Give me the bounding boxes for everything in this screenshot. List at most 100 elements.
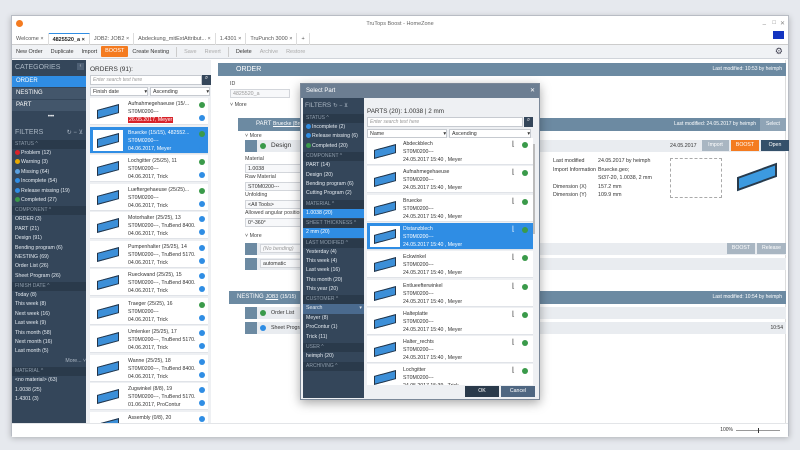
part-list-item[interactable]: Halteplatte ST0M0200--- 24.05.2017 15:40 ,… [367,307,533,335]
filter-actions-icon[interactable]: ↻ − ⊻ [333,103,348,109]
filter-item[interactable]: Last month (5) [12,347,86,356]
filter-item[interactable]: PART (14) [303,161,364,170]
order-list-item[interactable]: Aufnahmegehaeuse (15/... ST0M0200--- 26.05… [90,98,208,125]
more-toggle[interactable]: ˅ More [245,133,262,139]
order-list-item[interactable]: Assembly (0/8), 20 [90,411,208,423]
select-button[interactable]: Select [760,118,786,131]
release-icon[interactable] [199,200,205,207]
dialog-close-button[interactable]: ✕ [530,84,535,98]
release-icon[interactable] [199,143,205,150]
ok-button[interactable]: OK [465,386,499,397]
part-list-item[interactable]: LochgitterST0M0200---24.05.2017 15:39 , … [367,364,533,385]
tab-1-4301[interactable]: 1.4301 × [216,32,247,45]
new-order-button[interactable]: New Order [12,49,47,55]
category-nesting[interactable]: NESTING [12,88,86,99]
release-button[interactable]: Release [757,243,786,254]
filter-item[interactable]: PART (21) [12,225,86,234]
tab-welcome[interactable]: Welcome × [12,32,49,45]
dropdown-icon[interactable]: ▾ [359,304,364,313]
filter-item[interactable]: 2 mm (20) [303,228,364,238]
filter-section-user[interactable]: USER ^ [303,343,364,353]
order-list-item[interactable]: Motorhalter (25/25), 13 ST0M0200---, TruB… [90,212,208,239]
filter-section-component[interactable]: COMPONENT ^ [303,152,364,162]
filter-item[interactable]: 1.0038 (25) [12,386,86,395]
filter-section-last-modified[interactable]: LAST MODIFIED ^ [303,238,364,248]
category-more[interactable]: ••• [12,112,86,123]
category-part[interactable]: PART [12,100,86,111]
create-nesting-button[interactable]: Create Nesting [128,49,173,55]
release-icon[interactable] [199,314,205,321]
release-icon[interactable] [199,172,205,178]
restore-button[interactable]: Restore [282,49,309,55]
filter-item[interactable]: Missing (64) [12,168,86,177]
cancel-button[interactable]: Cancel [501,386,535,397]
filter-item[interactable]: Design (91) [12,234,86,243]
release-icon[interactable] [199,229,205,235]
filter-item[interactable]: 1.4301 (3) [12,395,86,404]
filter-section-material[interactable]: MATERIAL ^ [303,199,364,209]
filter-item[interactable]: Design (20) [303,171,364,180]
filter-item[interactable]: Search ▾ [303,304,364,314]
filter-actions-icon[interactable]: ↻ − ⊻ [67,129,83,136]
orders-search-input[interactable]: Enter search text here [90,75,202,85]
order-list-item[interactable]: Pumpenhalter (25/25), 14 ST0M0200---, Tru… [90,240,208,268]
filter-section-status[interactable]: STATUS ^ [12,140,86,149]
tab-job2-job2[interactable]: JOB2: JOB2 × [90,32,135,45]
boost-bending-button[interactable]: BOOST [727,243,755,254]
sort-order-select[interactable]: Ascending ▾ [150,87,210,96]
filter-more-link[interactable]: More... ˅ [12,357,86,366]
order-list-item[interactable]: Rueckwand (25/25), 15 ST0M0200---, TruBen… [90,269,208,296]
maximize-button[interactable]: □ [772,20,776,26]
tab-4825520-a[interactable]: 4825520_a × [48,32,90,45]
parts-scrollbar[interactable] [533,144,535,234]
filter-item[interactable]: ORDER (3) [12,215,86,224]
filter-item[interactable]: 1.0038 (20) [303,208,364,219]
filter-item[interactable]: Cutting Program (2) [303,189,364,198]
filter-item[interactable]: This month (20) [303,276,364,285]
id-field[interactable]: 4825520_a [230,89,290,98]
filter-item[interactable]: Next week (16) [12,310,86,319]
angle-field[interactable]: 0°-360° [245,218,305,227]
filter-item[interactable]: Release missing (6) [303,132,364,141]
open-button[interactable]: Open [761,140,789,151]
part-list-item[interactable]: Abdeckblech ST0M0200--- 24.05.2017 15:40 ,… [367,138,533,165]
category-order[interactable]: ORDER [12,76,86,87]
filter-item[interactable]: Today (8) [12,291,86,300]
release-icon[interactable] [199,257,205,264]
order-list-item[interactable]: Lochgitter (25/25), 11 ST0M0200--- 04.06.2… [90,155,208,182]
minimize-button[interactable]: _ [763,19,766,25]
order-list-item[interactable]: Zugwinkel (8/8), 19 ST0M0200---, TruBend … [90,383,208,410]
release-icon[interactable] [199,400,205,406]
filter-item[interactable]: Bending program (6) [303,180,364,189]
release-icon[interactable] [199,343,205,349]
search-icon[interactable]: ⌕ [524,117,533,127]
close-button[interactable]: ✕ [780,20,785,27]
new-tab-button[interactable]: + [297,32,310,45]
filter-item[interactable]: ProContur (1) [303,323,364,332]
filter-item[interactable]: Incomplete (2) [303,123,364,132]
filter-item[interactable]: Last week (16) [303,266,364,275]
part-list-item[interactable]: Eckwinkel ST0M0200--- 24.05.2017 15:40 , M… [367,251,533,279]
revert-button[interactable]: Revert [201,49,225,55]
filter-item[interactable]: Yesterday (4) [303,248,364,257]
order-list-item[interactable]: Wanne (25/25), 18 ST0M0200---, TruBend 84… [90,354,208,382]
release-icon[interactable] [199,115,205,121]
release-icon[interactable] [199,371,205,378]
delete-button[interactable]: Delete [232,49,256,55]
filter-item[interactable]: Problem (12) [12,149,86,158]
save-button[interactable]: Save [180,49,201,55]
collapse-sidebar-button[interactable]: ‹ [77,63,84,70]
tab-abdeckung-mitextattribut-[interactable]: Abdeckung_mitExtAttribut... × [134,32,216,45]
part-list-item[interactable]: Entlueefterwinkel ST0M0200--- 24.05.2017 1… [367,279,533,307]
raw-material-field[interactable]: ST0M0200--- [245,182,305,191]
release-icon[interactable] [199,286,205,292]
filter-item[interactable]: Warning (3) [12,158,86,167]
more-toggle[interactable]: ˅ More [245,233,262,239]
search-icon[interactable]: ⌕ [202,75,211,85]
filter-section-component[interactable]: COMPONENT ^ [12,206,86,216]
filter-section-archiving[interactable]: ARCHIVING ^ [303,362,364,372]
order-list-item[interactable]: Lueftergehaeuse (25/25)... ST0M0200--- 04.… [90,183,208,211]
parts-sort-order[interactable]: Ascending ▾ [449,129,531,138]
filter-item[interactable]: heimph (20) [303,352,364,361]
filter-item[interactable]: Order List (26) [12,262,86,271]
